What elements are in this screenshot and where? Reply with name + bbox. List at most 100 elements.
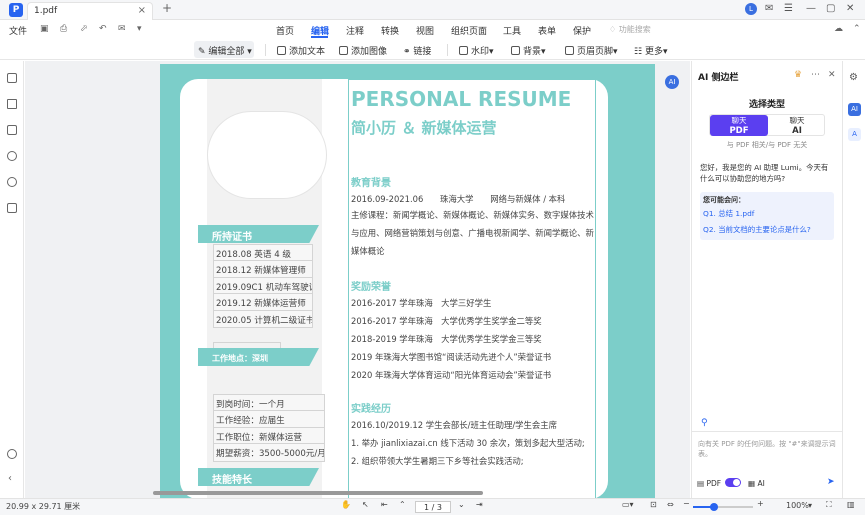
view-mode-icon[interactable]: ▭▾ xyxy=(622,500,634,509)
quick-access-icon[interactable]: ▾ xyxy=(137,24,142,34)
right-toolbar: ⚙ AI A xyxy=(842,61,865,498)
crown-icon[interactable]: ♛ xyxy=(794,70,802,80)
send-icon[interactable]: ➤ xyxy=(827,477,835,487)
help-icon[interactable] xyxy=(7,449,17,459)
fit-width-icon[interactable]: ⇔ xyxy=(667,500,674,509)
background-button[interactable]: 背景▾ xyxy=(511,44,546,57)
minimize-icon[interactable]: — xyxy=(806,3,816,14)
chat-ai-option[interactable]: 聊天 AI xyxy=(768,115,826,136)
menu-home[interactable]: 首页 xyxy=(276,24,294,37)
pdf-mode-label: ▤ PDF xyxy=(697,479,721,488)
suggestion-q2[interactable]: Q2. 当前文档的主要论点是什么? xyxy=(703,224,811,235)
horizontal-scrollbar[interactable] xyxy=(153,491,483,495)
pdf-page: 所持证书 2018.08 英语 4 级 2018.12 新媒体管理师 2019.… xyxy=(160,64,655,498)
collapse-sidebar-icon[interactable]: ‹ xyxy=(8,473,12,484)
ai-mode-label: ▦ AI xyxy=(748,479,765,488)
close-panel-icon[interactable]: ✕ xyxy=(828,70,836,80)
avatar[interactable]: L xyxy=(745,3,757,15)
select-tool-icon[interactable]: ↖ xyxy=(362,500,369,509)
zoom-out-icon[interactable]: − xyxy=(683,499,690,508)
suggestion-q1[interactable]: Q1. 总结 1.pdf xyxy=(703,208,754,219)
watermark-button[interactable]: 水印▾ xyxy=(459,44,494,57)
document-tab[interactable]: 1.pdf × xyxy=(27,2,153,20)
page-indicator[interactable]: 1 / 3 xyxy=(415,501,451,513)
pdf-ai-toggle[interactable] xyxy=(725,478,741,487)
header-footer-label: 页眉页脚 xyxy=(577,47,614,57)
skills-heading: 技能特长 xyxy=(198,468,319,486)
link-button[interactable]: ⚭ 链接 xyxy=(403,44,431,57)
zoom-knob[interactable] xyxy=(710,503,718,511)
comment-icon[interactable] xyxy=(7,125,17,135)
close-tab-icon[interactable]: × xyxy=(138,5,146,16)
prev-page-icon[interactable]: ⌃ xyxy=(399,500,406,509)
bookmark-icon[interactable] xyxy=(7,99,17,109)
save-icon[interactable]: ▣ xyxy=(40,24,49,34)
more-button[interactable]: ☷ 更多▾ xyxy=(634,44,668,57)
mail-icon[interactable]: ✉ xyxy=(765,3,773,14)
menu-icon[interactable]: ☰ xyxy=(784,3,793,14)
next-page-icon[interactable]: ⌄ xyxy=(458,500,465,509)
settings-sliders-icon[interactable]: ⚙ xyxy=(849,72,858,83)
menu-comment[interactable]: 注释 xyxy=(346,24,364,37)
zoom-in-icon[interactable]: + xyxy=(757,499,764,508)
location-pin-icon[interactable]: ⚲ xyxy=(701,418,708,428)
first-page-icon[interactable]: ⇤ xyxy=(381,500,388,509)
feature-search-label: 功能搜索 xyxy=(618,25,651,34)
ai-sidebar-icon[interactable]: AI xyxy=(848,103,861,116)
menu-file[interactable]: 文件 xyxy=(9,24,27,37)
email-icon[interactable]: ✉ xyxy=(118,24,126,34)
watermark-icon xyxy=(459,46,468,55)
layers-icon[interactable] xyxy=(7,203,17,213)
chat-type-toggle: 聊天 PDF 聊天 AI xyxy=(709,114,825,136)
add-text-button[interactable]: 添加文本 xyxy=(277,44,325,57)
fullscreen-icon[interactable]: ⛶ xyxy=(826,500,832,510)
award-heading: 奖励荣誉 xyxy=(351,282,391,293)
menu-form[interactable]: 表单 xyxy=(538,24,556,37)
menu-organize[interactable]: 组织页面 xyxy=(451,24,487,37)
zoom-slider[interactable] xyxy=(693,506,753,508)
thumbnail-icon[interactable] xyxy=(7,73,17,83)
menu-view[interactable]: 视图 xyxy=(416,24,434,37)
ai-chat-input[interactable]: 向有关 PDF 的任何问题。按 "#"来调提示词表。 ▤ PDF ▦ AI ➤ xyxy=(692,431,842,498)
select-type-label: 选择类型 xyxy=(748,100,785,110)
zoom-level[interactable]: 100% xyxy=(786,501,809,510)
share-file-icon[interactable]: ⬀ xyxy=(80,24,88,34)
search-icon[interactable] xyxy=(7,177,17,187)
ai-label: AI xyxy=(757,479,765,488)
chat-pdf-option[interactable]: 聊天 PDF xyxy=(710,115,768,136)
attachment-icon[interactable] xyxy=(7,151,17,161)
upload-cloud-icon[interactable]: ☁ xyxy=(834,24,843,34)
edit-all-button[interactable]: ✎ 编辑全部 ▾ xyxy=(198,44,252,57)
ai-float-icon[interactable]: AI xyxy=(665,75,679,89)
feature-search[interactable]: ♢ 功能搜索 xyxy=(609,24,651,35)
exp-line: 2016.10/2019.12 学生会部长/班主任助理/学生会主席 xyxy=(351,420,558,430)
undo-icon[interactable]: ↶ xyxy=(99,24,107,34)
menu-protect[interactable]: 保护 xyxy=(573,24,591,37)
last-page-icon[interactable]: ⇥ xyxy=(476,500,483,509)
fit-page-icon[interactable]: ⊡ xyxy=(650,500,657,509)
print-icon[interactable]: ⎙ xyxy=(60,24,67,34)
translate-icon[interactable]: A xyxy=(848,128,861,141)
hand-tool-icon[interactable]: ✋ xyxy=(341,500,351,509)
page-size: 20.99 x 29.71 厘米 xyxy=(6,502,81,511)
chat-pdf-line1: 聊天 xyxy=(731,116,747,125)
add-image-button[interactable]: 添加图像 xyxy=(339,44,387,57)
more-options-icon[interactable]: ⋯ xyxy=(811,70,820,80)
menu-bar: 文件 ▣ ⎙ ⬀ ↶ ✉ ▾ 首页 编辑 注释 转换 视图 组织页面 工具 表单… xyxy=(0,20,865,56)
menu-tools[interactable]: 工具 xyxy=(503,24,521,37)
maximize-icon[interactable]: ▢ xyxy=(826,3,835,14)
suggestion-title: 您可能会问： xyxy=(703,196,745,204)
header-footer-button[interactable]: 页眉页脚▾ xyxy=(565,44,618,57)
zoom-dropdown-icon[interactable]: ▾ xyxy=(808,501,812,510)
toolbar-separator xyxy=(447,44,448,56)
panel-icon[interactable]: ▥ xyxy=(847,500,855,509)
collapse-icon[interactable]: ⌃ xyxy=(853,24,861,34)
app-logo-icon: P xyxy=(9,3,23,17)
award-line: 2016-2017 学年珠海 大学优秀学生奖学金二等奖 xyxy=(351,316,542,326)
new-tab-icon[interactable]: + xyxy=(162,1,172,15)
pdf-icon: ▤ xyxy=(697,479,705,488)
add-text-label: 添加文本 xyxy=(289,47,326,57)
menu-convert[interactable]: 转换 xyxy=(381,24,399,37)
document-viewer[interactable]: 所持证书 2018.08 英语 4 级 2018.12 新媒体管理师 2019.… xyxy=(25,61,690,498)
close-window-icon[interactable]: ✕ xyxy=(846,3,854,14)
